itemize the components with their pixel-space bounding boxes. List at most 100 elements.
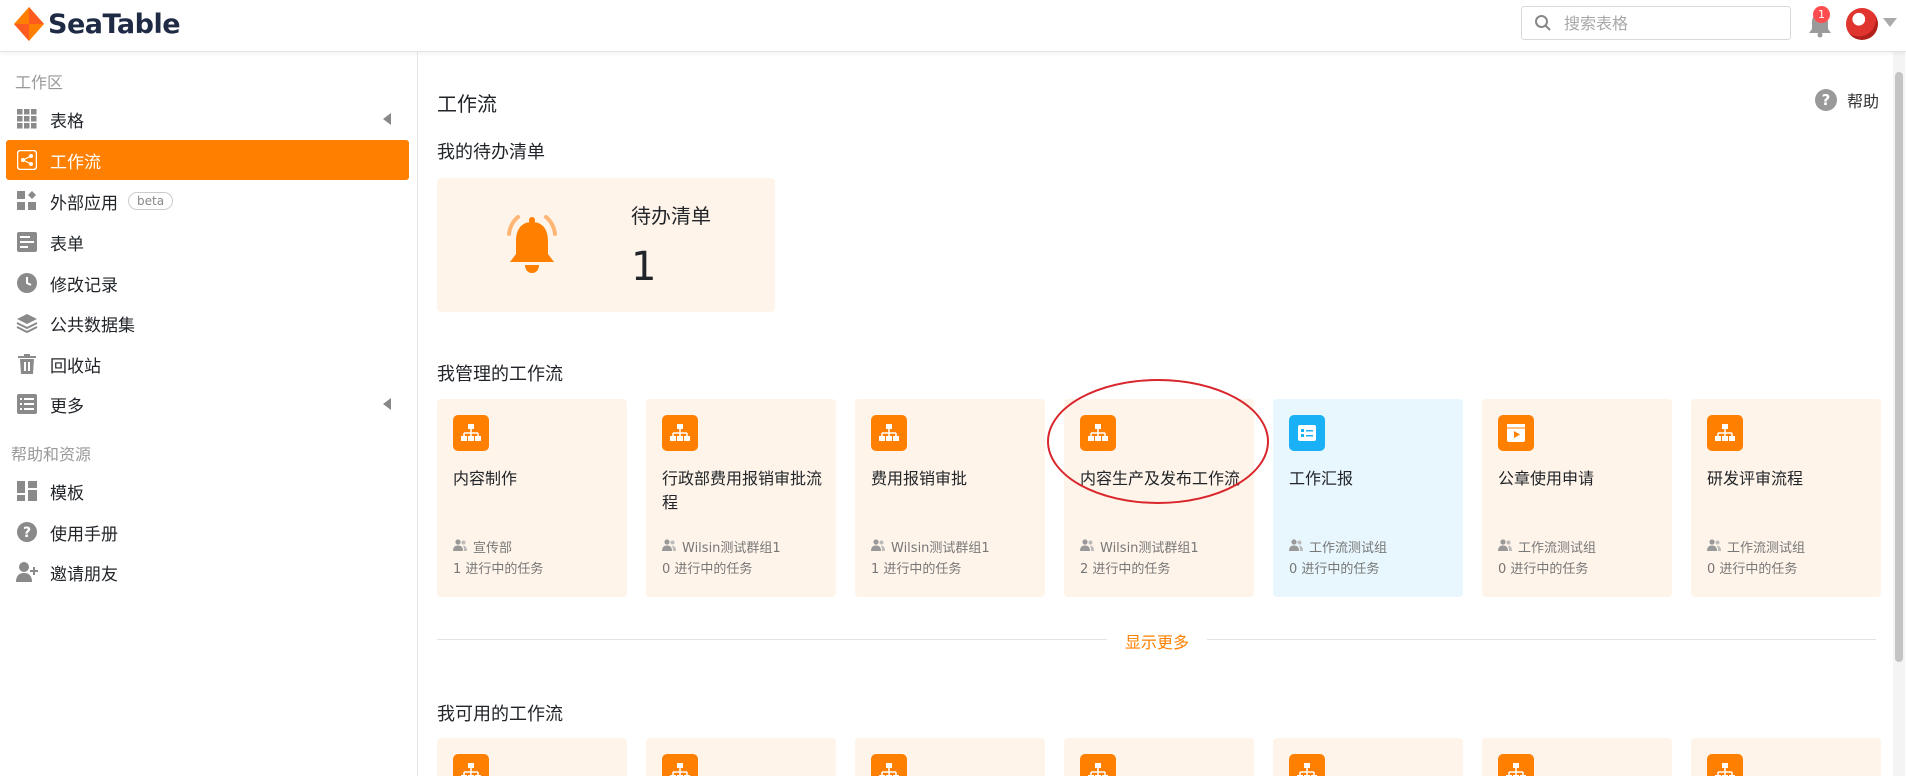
available-workflow-card[interactable] bbox=[1064, 738, 1254, 776]
chevron-left-icon[interactable] bbox=[383, 113, 391, 125]
flowchart-icon bbox=[871, 754, 907, 776]
managed-section-title: 我管理的工作流 bbox=[437, 364, 563, 385]
sidebar-item-label: 模板 bbox=[50, 483, 84, 504]
help-link[interactable]: ? 帮助 bbox=[1814, 88, 1879, 112]
page-title: 工作流 bbox=[437, 92, 497, 116]
available-workflow-card[interactable] bbox=[1273, 738, 1463, 776]
question-icon: ? bbox=[16, 521, 38, 543]
group-icon bbox=[1707, 538, 1727, 555]
workflow-group: Wilsin测试群组1 bbox=[1080, 537, 1199, 556]
bell-icon bbox=[507, 215, 557, 273]
search-icon bbox=[1535, 15, 1551, 31]
available-workflow-card[interactable] bbox=[855, 738, 1045, 776]
workflow-group: 工作流测试组 bbox=[1498, 537, 1596, 556]
workflow-name: 行政部费用报销审批流程 bbox=[662, 469, 823, 512]
group-name: 工作流测试组 bbox=[1309, 541, 1388, 556]
available-workflow-card[interactable] bbox=[437, 738, 627, 776]
main-content: 工作流 ? 帮助 我的待办清单 待办清单 1 我管理的工作流 内容制作 宣传部 1 … bbox=[419, 52, 1887, 776]
sidebar-item-label: 公共数据集 bbox=[50, 315, 135, 336]
workflow-group: Wilsin测试群组1 bbox=[871, 537, 990, 556]
workflow-group: 工作流测试组 bbox=[1289, 537, 1387, 556]
vertical-scrollbar[interactable] bbox=[1893, 52, 1905, 776]
sidebar-item-forms[interactable]: 表单 bbox=[6, 222, 409, 262]
chevron-left-icon[interactable] bbox=[383, 398, 391, 410]
scrollbar-thumb[interactable] bbox=[1895, 72, 1903, 662]
sidebar-item-manual[interactable]: ? 使用手册 bbox=[6, 512, 409, 552]
workflow-card[interactable]: 内容制作 宣传部 1 进行中的任务 bbox=[437, 399, 627, 597]
workflow-card[interactable]: 费用报销审批 Wilsin测试群组1 1 进行中的任务 bbox=[855, 399, 1045, 597]
workflow-card[interactable]: 公章使用申请 工作流测试组 0 进行中的任务 bbox=[1482, 399, 1672, 597]
flowchart-icon bbox=[1080, 754, 1116, 776]
user-avatar[interactable] bbox=[1846, 8, 1878, 40]
workflow-card[interactable]: 研发评审流程 工作流测试组 0 进行中的任务 bbox=[1691, 399, 1881, 597]
workflow-card[interactable]: 内容生产及发布工作流 Wilsin测试群组1 2 进行中的任务 bbox=[1064, 399, 1254, 597]
group-name: 宣传部 bbox=[473, 541, 513, 556]
beta-badge: beta bbox=[128, 192, 174, 210]
workflow-icon bbox=[16, 149, 38, 171]
seatable-logo-icon bbox=[14, 7, 44, 41]
todo-card[interactable]: 待办清单 1 bbox=[437, 178, 775, 312]
todo-section-title: 我的待办清单 bbox=[437, 142, 545, 163]
sidebar-item-trash[interactable]: 回收站 bbox=[6, 344, 409, 384]
flowchart-icon bbox=[871, 415, 907, 451]
todo-label: 待办清单 bbox=[631, 204, 711, 228]
workflow-name: 研发评审流程 bbox=[1707, 469, 1804, 488]
search-box[interactable] bbox=[1521, 6, 1791, 40]
sidebar-item-external-apps[interactable]: 外部应用 beta bbox=[6, 181, 409, 221]
workflow-name: 工作汇报 bbox=[1289, 469, 1354, 488]
available-workflow-card[interactable] bbox=[1482, 738, 1672, 776]
workflow-tasks: 0 进行中的任务 bbox=[1707, 562, 1798, 577]
flowchart-icon bbox=[453, 415, 489, 451]
search-input[interactable] bbox=[1564, 13, 1764, 33]
available-workflow-card[interactable] bbox=[1691, 738, 1881, 776]
sidebar-item-more[interactable]: 更多 bbox=[6, 384, 409, 424]
sidebar-item-history[interactable]: 修改记录 bbox=[6, 263, 409, 303]
flowchart-icon bbox=[662, 415, 698, 451]
group-icon bbox=[662, 538, 682, 555]
sidebar-item-label: 外部应用 bbox=[50, 193, 118, 214]
sidebar-item-invite[interactable]: 邀请朋友 bbox=[6, 552, 409, 592]
available-workflow-card[interactable] bbox=[646, 738, 836, 776]
workflow-group: 工作流测试组 bbox=[1707, 537, 1805, 556]
flowchart-icon bbox=[453, 754, 489, 776]
workflow-tasks: 1 进行中的任务 bbox=[453, 562, 544, 577]
section-help: 帮助和资源 bbox=[11, 445, 92, 464]
workflow-group: Wilsin测试群组1 bbox=[662, 537, 781, 556]
sidebar-item-templates[interactable]: 模板 bbox=[6, 471, 409, 511]
sidebar-item-label: 使用手册 bbox=[50, 524, 118, 545]
workflow-tasks: 2 进行中的任务 bbox=[1080, 562, 1171, 577]
group-name: Wilsin测试群组1 bbox=[1100, 541, 1199, 556]
sidebar-item-label: 邀请朋友 bbox=[50, 564, 118, 585]
group-icon bbox=[1498, 538, 1518, 555]
sidebar-item-tables[interactable]: 表格 bbox=[6, 99, 409, 139]
sidebar-item-label: 表格 bbox=[50, 111, 84, 132]
flowchart-icon bbox=[1498, 754, 1534, 776]
grid-icon bbox=[16, 108, 38, 130]
app-name: SeaTable bbox=[48, 8, 181, 40]
group-icon bbox=[453, 538, 473, 555]
sidebar-item-workflow[interactable]: 工作流 bbox=[6, 140, 409, 180]
sidebar: 工作区 表格 工作流 外部应用 beta 表单 修改记录 公共数据集 回收站 更… bbox=[0, 52, 418, 776]
workflow-tasks: 0 进行中的任务 bbox=[1289, 562, 1380, 577]
group-icon bbox=[871, 538, 891, 555]
chevron-down-icon[interactable] bbox=[1883, 18, 1897, 27]
app-logo[interactable]: SeaTable bbox=[14, 6, 181, 42]
flowchart-icon bbox=[662, 754, 698, 776]
group-name: Wilsin测试群组1 bbox=[682, 541, 781, 556]
sidebar-item-datasets[interactable]: 公共数据集 bbox=[6, 303, 409, 343]
add-user-icon bbox=[16, 561, 38, 583]
sidebar-item-label: 表单 bbox=[50, 234, 84, 255]
help-label: 帮助 bbox=[1846, 92, 1879, 111]
workflow-card[interactable]: 工作汇报工作流测试组 0 进行中的任务 bbox=[1273, 399, 1463, 597]
show-more-button[interactable]: 显示更多 bbox=[1107, 629, 1208, 653]
clock-icon bbox=[16, 272, 38, 294]
sidebar-item-label: 更多 bbox=[50, 396, 84, 417]
notification-badge: 1 bbox=[1813, 6, 1830, 23]
workflow-name: 费用报销审批 bbox=[871, 469, 968, 488]
group-icon bbox=[1289, 538, 1309, 555]
workflow-name: 公章使用申请 bbox=[1498, 469, 1595, 488]
form-icon bbox=[16, 231, 38, 253]
svg-text:?: ? bbox=[23, 525, 31, 541]
workflow-card[interactable]: 行政部费用报销审批流程 Wilsin测试群组1 0 进行中的任务 bbox=[646, 399, 836, 597]
workflow-tasks: 1 进行中的任务 bbox=[871, 562, 962, 577]
